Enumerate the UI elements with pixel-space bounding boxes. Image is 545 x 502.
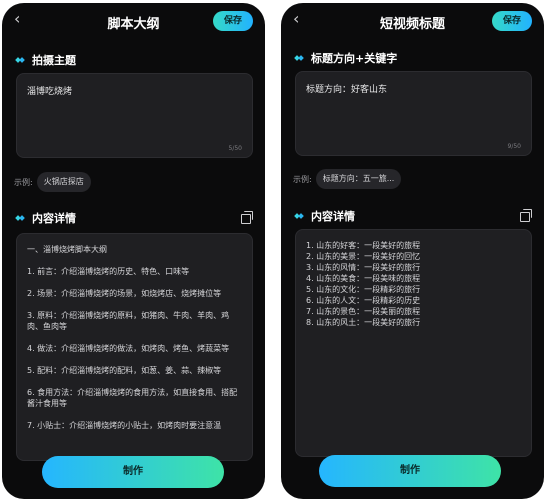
- detail-line: 7. 山东的景色：一段美丽的旅程: [306, 307, 421, 316]
- section-topic: 拍摄主题: [16, 51, 253, 69]
- make-button[interactable]: 制作: [319, 455, 501, 487]
- detail-line: 6. 山东的人文：一段精彩的历史: [306, 296, 421, 305]
- detail-line: 5. 配料：介绍淄博烧烤的配料，如葱、姜、蒜、辣椒等: [27, 366, 222, 375]
- section-label: 内容详情: [311, 210, 355, 223]
- detail-line: 一、淄博烧烤脚本大纲: [27, 245, 107, 254]
- detail-line: 2. 山东的美景：一段美好的回忆: [306, 252, 421, 261]
- example-prefix: 示例:: [293, 174, 312, 184]
- detail-line: 1. 山东的好客：一段美好的旅程: [306, 241, 421, 250]
- char-counter: 5/50: [228, 145, 242, 152]
- detail-line: 7. 小贴士：介绍淄博烧烤的小贴士，如烤肉时要注意温: [27, 421, 222, 430]
- detail-line: 4. 做法：介绍淄博烧烤的做法，如烤肉、烤鱼、烤蔬菜等: [27, 344, 230, 353]
- section-label: 标题方向+关键字: [311, 52, 398, 65]
- section-detail: 内容详情: [295, 207, 532, 225]
- detail-line: 1. 前言：介绍淄博烧烤的历史、特色、口味等: [27, 267, 190, 276]
- topic-input[interactable]: 标题方向：好客山东 9/50: [295, 71, 532, 156]
- sparkle-icon: [295, 212, 304, 221]
- make-button[interactable]: 制作: [42, 456, 224, 488]
- detail-line: 5. 山东的文化：一段精彩的旅行: [306, 285, 421, 294]
- detail-line: 3. 原料：介绍淄博烧烤的原料，如猪肉、牛肉、羊肉、鸡肉、鱼肉等: [27, 311, 230, 331]
- char-counter: 9/50: [507, 143, 521, 150]
- content-detail-text: 一、淄博烧烤脚本大纲 1. 前言：介绍淄博烧烤的历史、特色、口味等 2. 场景：…: [27, 244, 244, 442]
- save-button[interactable]: 保存: [492, 11, 532, 31]
- copy-icon[interactable]: [241, 211, 253, 224]
- phone-screen-video-title: ‹ 短视频标题 保存 标题方向+关键字 标题方向：好客山东 9/50 示例: 标…: [281, 3, 544, 499]
- detail-line: 4. 山东的美食：一段美味的旅程: [306, 274, 421, 283]
- example-chip[interactable]: 火锅店探店: [36, 172, 91, 192]
- detail-line: 8. 山东的风土：一段美好的旅行: [306, 318, 421, 327]
- section-detail: 内容详情: [16, 209, 253, 227]
- topic-input-value: 标题方向：好客山东: [306, 85, 388, 95]
- example-prefix: 示例:: [14, 177, 33, 187]
- content-detail-box[interactable]: 1. 山东的好客：一段美好的旅程 2. 山东的美景：一段美好的回忆 3. 山东的…: [295, 229, 532, 457]
- detail-line: 6. 食用方法：介绍淄博烧烤的食用方法，如直接食用、搭配酱汁食用等: [27, 388, 238, 408]
- example-row: 示例: 标题方向：五一旅...: [293, 169, 402, 189]
- sparkle-icon: [16, 56, 25, 65]
- section-topic: 标题方向+关键字: [295, 49, 532, 67]
- copy-icon[interactable]: [520, 209, 532, 222]
- example-chip[interactable]: 标题方向：五一旅...: [315, 169, 402, 189]
- detail-line: 2. 场景：介绍淄博烧烤的场景，如烧烤店、烧烤摊位等: [27, 289, 222, 298]
- topic-input[interactable]: 淄博吃烧烤 5/50: [16, 73, 253, 158]
- top-bar: ‹ 短视频标题 保存: [281, 3, 544, 39]
- section-label: 拍摄主题: [32, 54, 76, 67]
- sparkle-icon: [295, 54, 304, 63]
- topic-input-value: 淄博吃烧烤: [27, 87, 73, 97]
- save-button[interactable]: 保存: [213, 11, 253, 31]
- phone-screen-script-outline: ‹ 脚本大纲 保存 拍摄主题 淄博吃烧烤 5/50 示例: 火锅店探店 内容详情…: [2, 3, 265, 499]
- top-bar: ‹ 脚本大纲 保存: [2, 3, 265, 39]
- content-detail-text: 1. 山东的好客：一段美好的旅程 2. 山东的美景：一段美好的回忆 3. 山东的…: [306, 240, 523, 328]
- detail-line: 3. 山东的风情：一段美好的旅行: [306, 263, 421, 272]
- example-row: 示例: 火锅店探店: [14, 172, 91, 192]
- content-detail-box[interactable]: 一、淄博烧烤脚本大纲 1. 前言：介绍淄博烧烤的历史、特色、口味等 2. 场景：…: [16, 233, 253, 461]
- section-label: 内容详情: [32, 212, 76, 225]
- sparkle-icon: [16, 214, 25, 223]
